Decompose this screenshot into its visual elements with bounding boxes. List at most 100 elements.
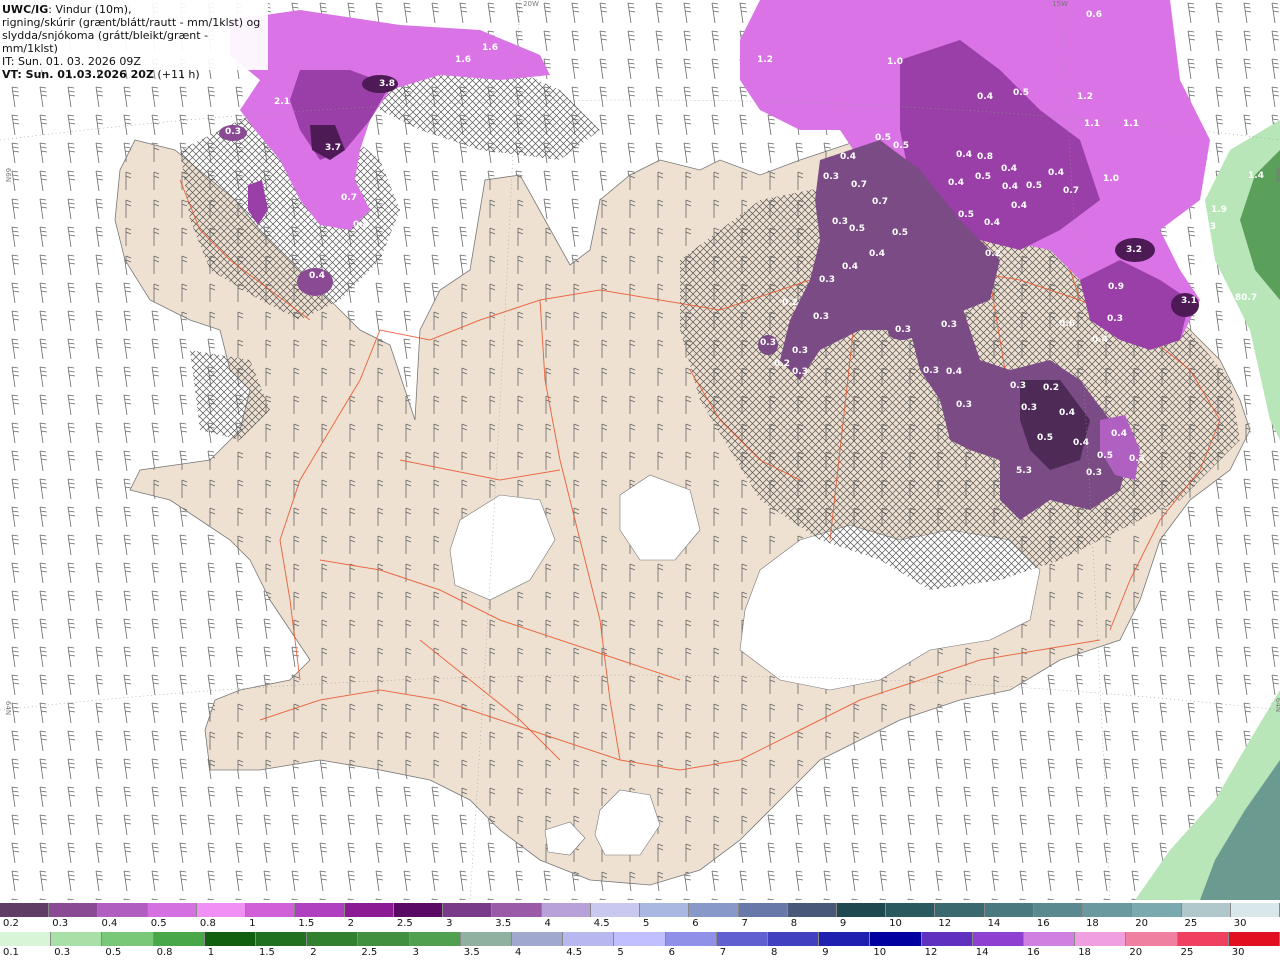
legend-snow-label: 3.5 bbox=[495, 918, 512, 929]
legend-rain-label: 10 bbox=[873, 947, 887, 958]
precip-label: 3.2 bbox=[1126, 245, 1142, 255]
legend-snow-swatch bbox=[246, 903, 296, 917]
legend-rain-swatch bbox=[1228, 932, 1280, 946]
legend-snow-label: 14 bbox=[987, 918, 1001, 929]
legend-rain-swatch bbox=[102, 932, 154, 946]
legend-snow-swatch bbox=[196, 903, 247, 917]
precip-label: 0.5 bbox=[1013, 88, 1029, 98]
precip-label: 0.4 bbox=[984, 218, 1000, 228]
precip-label: 0.4 bbox=[1048, 168, 1064, 178]
legend-rain-swatch bbox=[51, 932, 103, 946]
legend-snow-bar bbox=[0, 903, 1280, 917]
precip-label: 0.4 bbox=[948, 178, 964, 188]
legend-rain-label: 20 bbox=[1129, 947, 1143, 958]
legend-rain-swatch bbox=[1024, 932, 1076, 946]
legend-rain-swatch bbox=[153, 932, 205, 946]
legend-rain-swatch bbox=[204, 932, 257, 946]
precip-label: 0.5 bbox=[975, 172, 991, 182]
legend-snow-swatch bbox=[1033, 903, 1084, 917]
legend-rain-label: 14 bbox=[975, 947, 989, 958]
legend-snow-label: 12 bbox=[938, 918, 952, 929]
precip-label: 0.9 bbox=[1108, 282, 1124, 292]
legend-snow-label: 6 bbox=[692, 918, 699, 929]
precip-label: 1.6 bbox=[482, 43, 498, 53]
precip-label: 0.4 bbox=[1111, 429, 1127, 439]
legend-snow-label: 2 bbox=[347, 918, 354, 929]
legend-rain-swatch bbox=[0, 932, 52, 946]
legend-rain-label: 8 bbox=[771, 947, 778, 958]
precip-label: 0.3 bbox=[1129, 454, 1145, 464]
precip-label: 0.5 bbox=[893, 141, 909, 151]
grid-label: 66N bbox=[4, 168, 12, 182]
precip-label: 0.3 bbox=[813, 312, 829, 322]
weather-map: 20W 15W 66N 64N 66N 64N 3.8 2.1 3.7 1.6 1.6 0.3 0.7… bbox=[0, 0, 1280, 900]
legend-snow-label: 4 bbox=[544, 918, 551, 929]
grid-label: 20W bbox=[523, 0, 539, 8]
precip-label: 0.7 bbox=[851, 180, 867, 190]
legend-rain-swatch bbox=[972, 932, 1025, 946]
precip-label: 0.3 bbox=[832, 217, 848, 227]
precip-label: 3.1 bbox=[1181, 296, 1197, 306]
valid-time: VT: Sun. 01.03.2026 20Z (+11 h) bbox=[2, 68, 266, 81]
valid-time-offset: (+11 h) bbox=[153, 68, 200, 81]
legend-snow-label: 9 bbox=[839, 918, 847, 929]
legend-snow-swatch bbox=[689, 903, 739, 917]
legend-snow-label: 18 bbox=[1086, 918, 1099, 929]
precip-label: 5.3 bbox=[1016, 466, 1032, 476]
legend-snow-label: 16 bbox=[1036, 918, 1050, 929]
legend-rain-label: 6 bbox=[668, 947, 675, 958]
legend-rain-label: 3.5 bbox=[463, 947, 480, 958]
precip-label: 1.0 bbox=[1168, 241, 1184, 251]
precip-label: 0.3 bbox=[225, 127, 241, 137]
precip-label: 0.4 bbox=[353, 220, 369, 230]
legend-rain-label: 3 bbox=[412, 947, 419, 958]
legend-snow-label: 0.5 bbox=[150, 918, 167, 929]
legend-rain-label: 12 bbox=[924, 947, 938, 958]
legend-rain-label: 16 bbox=[1027, 947, 1040, 958]
precip-label: 1.2 bbox=[757, 55, 773, 65]
map-header: UWC/IG: Vindur (10m), rigning/skúrir (gr… bbox=[0, 0, 268, 81]
grid-label: 15W bbox=[1052, 0, 1068, 8]
precip-label: 0.3 bbox=[792, 367, 808, 377]
precip-label: 0.4 bbox=[1059, 408, 1075, 418]
legend-rain-label: 0.5 bbox=[105, 947, 122, 958]
precip-label: 0.3 bbox=[1021, 403, 1037, 413]
legend-snow-label: 8 bbox=[790, 918, 798, 929]
precip-label: 1.1 bbox=[1123, 119, 1139, 129]
legend-snow-swatch bbox=[738, 903, 788, 917]
precip-label: 0.7 bbox=[1063, 186, 1079, 196]
legend-snow-swatch bbox=[393, 903, 444, 917]
legend-snow-label: 4.5 bbox=[593, 918, 610, 929]
precip-label: 0.4 bbox=[842, 262, 858, 272]
legend-rain-label: 1.5 bbox=[259, 947, 275, 958]
precip-label: 1.0 bbox=[1103, 174, 1119, 184]
legend-rain-swatch bbox=[512, 932, 564, 946]
grid-label: 64N bbox=[4, 701, 12, 715]
header-line-3: slydda/snjókoma (grátt/bleikt/grænt - mm… bbox=[2, 29, 209, 55]
legend-snow-label: 20 bbox=[1135, 918, 1149, 929]
legend-rain-label: 7 bbox=[719, 947, 727, 958]
precip-label: 0.4 bbox=[1092, 335, 1108, 345]
precip-label: 0.5 bbox=[958, 210, 974, 220]
legend-rain-label: 30 bbox=[1231, 947, 1245, 958]
issue-time: IT: Sun. 01. 03. 2026 09Z bbox=[2, 55, 141, 68]
legend-snow-label: 0.3 bbox=[52, 918, 69, 929]
legend-rain-label: 18 bbox=[1078, 947, 1091, 958]
precip-label: 0.3 bbox=[923, 366, 939, 376]
legend-snow-swatch bbox=[443, 903, 493, 917]
legend-rain-swatch bbox=[1075, 932, 1127, 946]
legend-snow-swatch bbox=[147, 903, 197, 917]
legend-snow-label: 7 bbox=[741, 918, 748, 929]
legend-rain-bar bbox=[0, 932, 1280, 946]
precip-label: 0.8 bbox=[977, 152, 993, 162]
legend-snow-swatch bbox=[886, 903, 936, 917]
legend-rain-swatch bbox=[665, 932, 717, 946]
legend-snow-label: 3 bbox=[446, 918, 453, 929]
legend-rain-label: 1 bbox=[207, 947, 215, 958]
header-line-2: rigning/skúrir (grænt/blátt/rautt - mm/1… bbox=[2, 16, 261, 29]
precip-label: 0.2 bbox=[774, 359, 790, 369]
precip-label: 0.3 bbox=[1086, 468, 1102, 478]
precip-label: 0.5 bbox=[849, 224, 865, 234]
precip-label: 80.7 bbox=[1235, 293, 1257, 303]
legend-rain-swatch bbox=[1126, 932, 1178, 946]
